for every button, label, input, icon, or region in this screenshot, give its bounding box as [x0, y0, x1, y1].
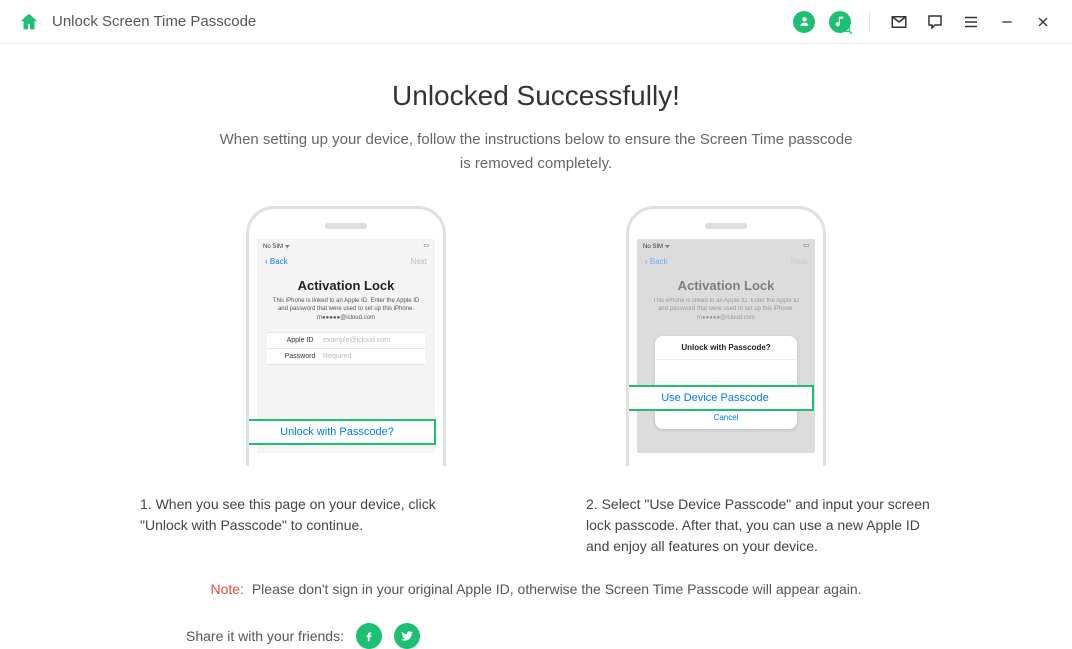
status-right: ▭	[803, 242, 809, 250]
status-left: No SIM ᯤ	[263, 242, 290, 250]
activation-desc: This iPhone is linked to an Apple ID. En…	[257, 293, 435, 326]
activation-title: Activation Lock	[637, 278, 815, 293]
note-text: Please don't sign in your original Apple…	[252, 581, 862, 597]
success-heading: Unlocked Successfully!	[0, 80, 1072, 112]
share-twitter-icon[interactable]	[394, 623, 420, 649]
home-icon[interactable]	[18, 11, 40, 33]
phone-illustration-2: No SIM ᯤ ▭ ‹ Back Next Activation Lock T…	[626, 206, 826, 466]
header-bar: Unlock Screen Time Passcode	[0, 0, 1072, 44]
music-search-icon[interactable]	[829, 11, 851, 33]
passcode-popup: Unlock with Passcode? Activation Lock He…	[655, 336, 797, 429]
note-row: Note: Please don't sign in your original…	[0, 581, 1072, 597]
share-label: Share it with your friends:	[186, 628, 344, 644]
account-icon[interactable]	[793, 11, 815, 33]
back-link: ‹ Back	[265, 257, 288, 266]
caption-step-1: 1. When you see this page on your device…	[140, 494, 486, 557]
note-label: Note:	[210, 581, 243, 597]
next-link: Next	[411, 257, 427, 266]
field-value: example@icloud.com	[323, 337, 390, 344]
caption-step-2: 2. Select "Use Device Passcode" and inpu…	[586, 494, 932, 557]
next-link: Next	[791, 257, 807, 266]
success-subtitle: When setting up your device, follow the …	[216, 128, 856, 176]
activation-title: Activation Lock	[257, 278, 435, 293]
share-facebook-icon[interactable]	[356, 623, 382, 649]
field-value: Required	[323, 353, 351, 360]
activation-desc: This iPhone is linked to an Apple ID. En…	[637, 293, 815, 326]
highlight-unlock-passcode: Unlock with Passcode?	[246, 419, 436, 445]
divider	[869, 12, 870, 32]
highlight-use-device-passcode: Use Device Passcode	[626, 385, 814, 411]
feedback-icon[interactable]	[924, 11, 946, 33]
page-title: Unlock Screen Time Passcode	[52, 13, 256, 30]
field-label: Apple ID	[277, 337, 323, 344]
status-left: No SIM ᯤ	[643, 242, 670, 250]
minimize-icon[interactable]	[996, 11, 1018, 33]
main-content: Unlocked Successfully! When setting up y…	[0, 44, 1072, 649]
status-right: ▭	[423, 242, 429, 250]
menu-icon[interactable]	[960, 11, 982, 33]
field-label: Password	[277, 353, 323, 360]
close-icon[interactable]	[1032, 11, 1054, 33]
phone-illustration-1: No SIM ᯤ ▭ ‹ Back Next Activation Lock T…	[246, 206, 446, 466]
back-link: ‹ Back	[645, 257, 668, 266]
popup-title: Unlock with Passcode?	[655, 336, 797, 360]
mail-icon[interactable]	[888, 11, 910, 33]
